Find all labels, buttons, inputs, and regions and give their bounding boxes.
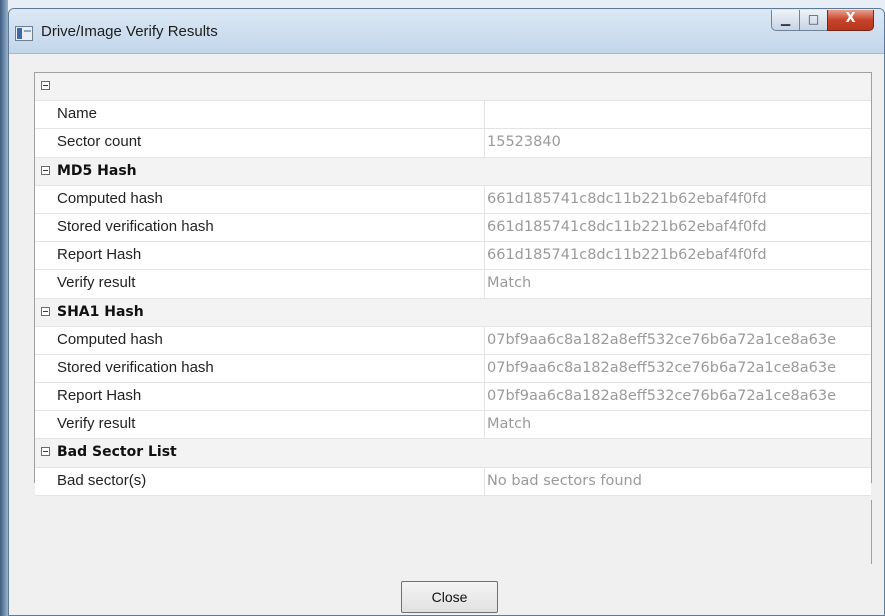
grid-property-row[interactable]: Name: [35, 101, 871, 130]
grid-category-row[interactable]: [35, 73, 871, 102]
grid-property-row[interactable]: Sector count 15523840: [35, 129, 871, 158]
category-label: Bad Sector List: [57, 444, 177, 461]
grid-property-row[interactable]: Verify result Match: [35, 270, 871, 299]
property-name: Sector count: [57, 129, 485, 157]
collapse-icon[interactable]: [41, 447, 50, 457]
property-value: 15523840: [487, 134, 561, 151]
close-button[interactable]: Close: [401, 581, 498, 613]
window-title: Drive/Image Verify Results: [41, 23, 218, 40]
property-name: Verify result: [57, 270, 485, 298]
property-value: 661d185741c8dc11b221b62ebaf4f0fd: [487, 190, 767, 207]
collapse-icon[interactable]: [41, 165, 50, 175]
grid-category-row[interactable]: Bad Sector List: [35, 439, 871, 468]
collapse-icon[interactable]: [41, 81, 50, 90]
grid-property-row[interactable]: Stored verification hash 07bf9aa6c8a182a8…: [35, 354, 871, 384]
grid-property-row[interactable]: Bad sector(s) No bad sectors found: [35, 467, 871, 496]
maximize-icon[interactable]: □: [799, 10, 827, 31]
close-icon[interactable]: X: [827, 10, 874, 31]
grid-category-row[interactable]: SHA1 Hash: [35, 298, 871, 327]
grid-category-row[interactable]: MD5 Hash: [35, 157, 871, 186]
minimize-icon[interactable]: ▁: [771, 10, 799, 31]
caption-buttons: ▁ □ X: [771, 10, 874, 32]
property-value: Match: [487, 416, 532, 433]
property-name: Report Hash: [57, 242, 485, 270]
category-label: SHA1 Hash: [57, 303, 144, 320]
property-name: Bad sector(s): [57, 467, 485, 495]
collapse-icon[interactable]: [41, 306, 50, 316]
grid-property-row[interactable]: Computed hash 661d185741c8dc11b221b62ebaf…: [35, 185, 871, 214]
property-value: 07bf9aa6c8a182a8eff532ce76b6a72a1ce8a63e: [487, 359, 837, 376]
grid-property-row[interactable]: Computed hash 07bf9aa6c8a182a8eff532ce76b…: [35, 326, 871, 355]
grid-property-row[interactable]: Report Hash 07bf9aa6c8a182a8eff532ce76b6a…: [35, 383, 871, 412]
category-label: MD5 Hash: [57, 162, 137, 179]
splitter-line: [871, 500, 872, 564]
property-name: Name: [57, 101, 485, 129]
property-value: No bad sectors found: [487, 472, 642, 489]
dialog-client-area: Name Sector count 15523840 MD5 Hash Computed…: [9, 53, 884, 615]
property-name: Computed hash: [57, 185, 485, 213]
grid-property-row[interactable]: Stored verification hash 661d185741c8dc11…: [35, 213, 871, 243]
grid-property-row[interactable]: Report Hash 661d185741c8dc11b221b62ebaf4f…: [35, 242, 871, 271]
property-value: 07bf9aa6c8a182a8eff532ce76b6a72a1ce8a63e: [487, 388, 837, 405]
property-value: 661d185741c8dc11b221b62ebaf4f0fd: [487, 218, 767, 235]
title-bar[interactable]: Drive/Image Verify Results ▁ □ X: [9, 9, 884, 53]
property-name: Stored verification hash: [57, 213, 485, 242]
property-value: 07bf9aa6c8a182a8eff532ce76b6a72a1ce8a63e: [487, 331, 837, 348]
property-name: Stored verification hash: [57, 354, 485, 383]
property-name: Report Hash: [57, 383, 485, 411]
property-value: Match: [487, 275, 532, 292]
background-window-edge: [0, 0, 8, 616]
verify-results-window: Drive/Image Verify Results ▁ □ X Name Sec…: [8, 8, 885, 616]
window-app-icon: [15, 26, 33, 41]
property-value: 661d185741c8dc11b221b62ebaf4f0fd: [487, 247, 767, 264]
grid-property-row[interactable]: Verify result Match: [35, 411, 871, 440]
property-name: Verify result: [57, 411, 485, 439]
property-name: Computed hash: [57, 326, 485, 354]
property-grid: Name Sector count 15523840 MD5 Hash Computed…: [34, 72, 872, 496]
